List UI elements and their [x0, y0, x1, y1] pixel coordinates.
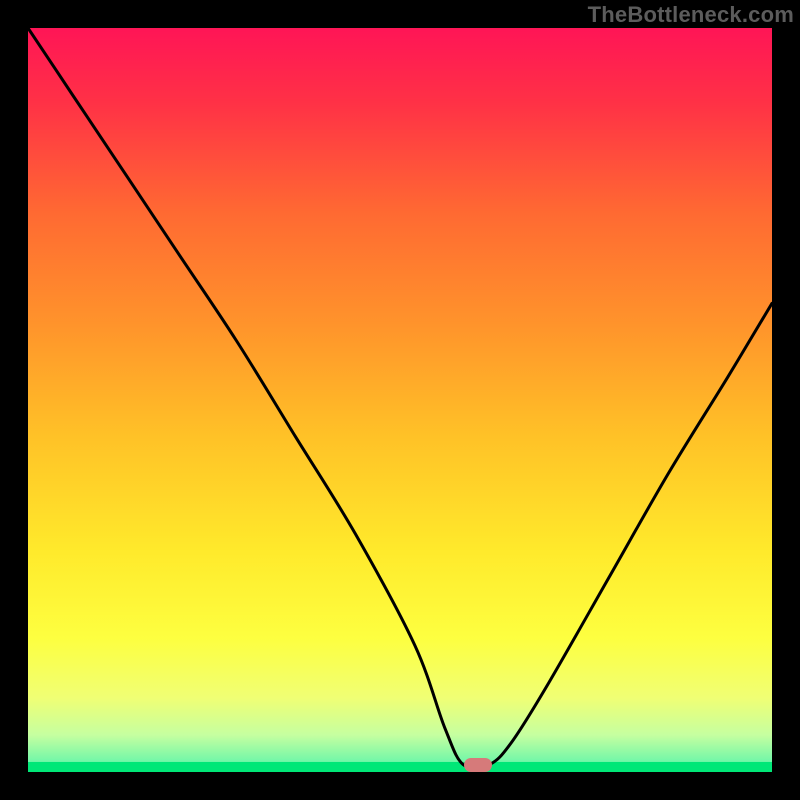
watermark-text: TheBottleneck.com [588, 2, 794, 28]
plot-area [28, 28, 772, 772]
optimal-marker [464, 758, 492, 772]
curve-layer [28, 28, 772, 772]
chart-stage: TheBottleneck.com [0, 0, 800, 800]
bottleneck-curve [28, 28, 772, 768]
